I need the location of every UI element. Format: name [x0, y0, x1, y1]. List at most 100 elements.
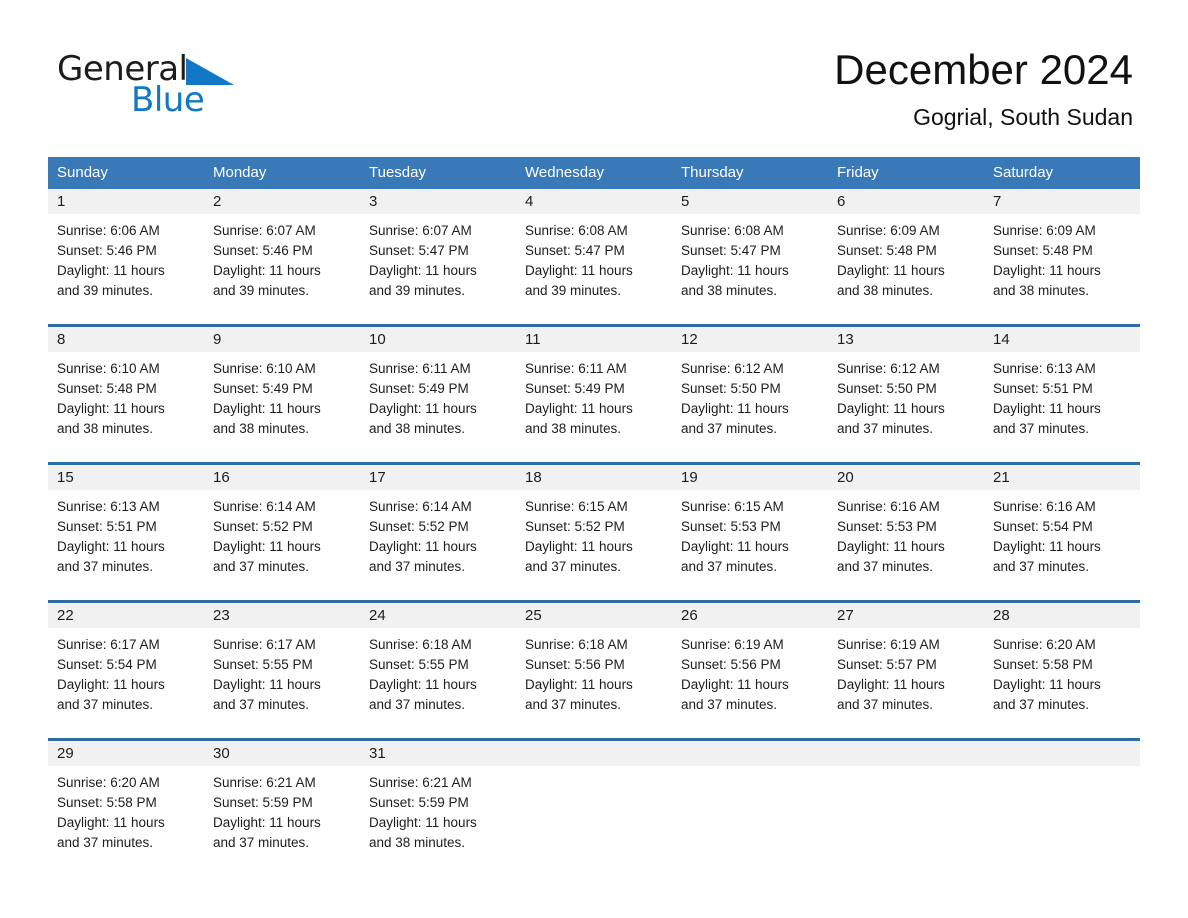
day-number-band: 1 2 3 4 5 6 7 [48, 189, 1140, 214]
day-number-empty [672, 741, 828, 766]
weekday-header-wednesday: Wednesday [525, 164, 604, 181]
day-detail: Sunrise: 6:07 AM Sunset: 5:47 PM Dayligh… [369, 223, 477, 298]
day-detail: Sunrise: 6:08 AM Sunset: 5:47 PM Dayligh… [681, 223, 789, 298]
day-detail-empty [828, 766, 984, 876]
day-detail: Sunrise: 6:16 AM Sunset: 5:54 PM Dayligh… [993, 499, 1101, 574]
day-number[interactable]: 16 [204, 465, 360, 490]
day-number[interactable]: 9 [204, 327, 360, 352]
day-detail: Sunrise: 6:19 AM Sunset: 5:56 PM Dayligh… [681, 637, 789, 712]
day-number[interactable]: 10 [360, 327, 516, 352]
weekday-header-monday: Monday [213, 164, 267, 181]
day-detail: Sunrise: 6:16 AM Sunset: 5:53 PM Dayligh… [837, 499, 945, 574]
day-number[interactable]: 30 [204, 741, 360, 766]
day-number[interactable]: 31 [360, 741, 516, 766]
day-detail-empty [984, 766, 1140, 876]
day-detail: Sunrise: 6:15 AM Sunset: 5:53 PM Dayligh… [681, 499, 789, 574]
day-number[interactable]: 28 [984, 603, 1140, 628]
day-number[interactable]: 14 [984, 327, 1140, 352]
day-number-band: 15 16 17 18 19 20 21 [48, 465, 1140, 490]
day-number[interactable]: 12 [672, 327, 828, 352]
day-detail: Sunrise: 6:08 AM Sunset: 5:47 PM Dayligh… [525, 223, 633, 298]
day-number[interactable]: 18 [516, 465, 672, 490]
day-number[interactable]: 26 [672, 603, 828, 628]
day-detail: Sunrise: 6:09 AM Sunset: 5:48 PM Dayligh… [993, 223, 1101, 298]
weekday-header-sunday: Sunday [57, 164, 108, 181]
calendar-week-row: 8 9 10 11 12 13 14 Sunrise: 6:10 AM Suns… [48, 324, 1140, 462]
general-blue-logo[interactable]: General Blue [57, 52, 237, 118]
day-number[interactable]: 25 [516, 603, 672, 628]
page-header: General Blue December 2024 Gogrial, Sout… [0, 0, 1188, 130]
day-number-band: 22 23 24 25 26 27 28 [48, 603, 1140, 628]
day-detail: Sunrise: 6:07 AM Sunset: 5:46 PM Dayligh… [213, 223, 321, 298]
day-number[interactable]: 19 [672, 465, 828, 490]
day-number[interactable]: 3 [360, 189, 516, 214]
day-detail: Sunrise: 6:19 AM Sunset: 5:57 PM Dayligh… [837, 637, 945, 712]
day-detail: Sunrise: 6:15 AM Sunset: 5:52 PM Dayligh… [525, 499, 633, 574]
weekday-header-friday: Friday [837, 164, 879, 181]
day-detail: Sunrise: 6:12 AM Sunset: 5:50 PM Dayligh… [681, 361, 789, 436]
day-number[interactable]: 5 [672, 189, 828, 214]
day-detail-empty [516, 766, 672, 876]
day-number[interactable]: 1 [48, 189, 204, 214]
day-detail: Sunrise: 6:14 AM Sunset: 5:52 PM Dayligh… [213, 499, 321, 574]
day-number[interactable]: 23 [204, 603, 360, 628]
day-detail: Sunrise: 6:14 AM Sunset: 5:52 PM Dayligh… [369, 499, 477, 574]
day-number[interactable]: 7 [984, 189, 1140, 214]
day-number[interactable]: 27 [828, 603, 984, 628]
day-number-empty [984, 741, 1140, 766]
weekday-header-thursday: Thursday [681, 164, 744, 181]
day-number[interactable]: 13 [828, 327, 984, 352]
day-detail: Sunrise: 6:20 AM Sunset: 5:58 PM Dayligh… [993, 637, 1101, 712]
day-detail-row: Sunrise: 6:17 AM Sunset: 5:54 PM Dayligh… [48, 628, 1140, 738]
weekday-header-saturday: Saturday [993, 164, 1054, 181]
title-block: December 2024 Gogrial, South Sudan [834, 46, 1133, 131]
day-detail: Sunrise: 6:20 AM Sunset: 5:58 PM Dayligh… [57, 775, 165, 850]
day-detail: Sunrise: 6:09 AM Sunset: 5:48 PM Dayligh… [837, 223, 945, 298]
day-detail-empty [672, 766, 828, 876]
calendar-week-row: 1 2 3 4 5 6 7 Sunrise: 6:06 AM Sunset: 5… [48, 189, 1140, 324]
day-number-band: 29 30 31 [48, 741, 1140, 766]
day-number-empty [828, 741, 984, 766]
day-detail: Sunrise: 6:12 AM Sunset: 5:50 PM Dayligh… [837, 361, 945, 436]
calendar-page: General Blue December 2024 Gogrial, Sout… [0, 0, 1188, 918]
day-number[interactable]: 2 [204, 189, 360, 214]
day-detail: Sunrise: 6:11 AM Sunset: 5:49 PM Dayligh… [369, 361, 477, 436]
day-detail: Sunrise: 6:13 AM Sunset: 5:51 PM Dayligh… [993, 361, 1101, 436]
weekday-header-tuesday: Tuesday [369, 164, 426, 181]
day-detail-row: Sunrise: 6:13 AM Sunset: 5:51 PM Dayligh… [48, 490, 1140, 600]
day-number-band: 8 9 10 11 12 13 14 [48, 327, 1140, 352]
day-detail: Sunrise: 6:17 AM Sunset: 5:55 PM Dayligh… [213, 637, 321, 712]
day-number[interactable]: 11 [516, 327, 672, 352]
day-detail: Sunrise: 6:18 AM Sunset: 5:56 PM Dayligh… [525, 637, 633, 712]
location-subtitle: Gogrial, South Sudan [913, 104, 1133, 131]
day-detail: Sunrise: 6:11 AM Sunset: 5:49 PM Dayligh… [525, 361, 633, 436]
day-number[interactable]: 4 [516, 189, 672, 214]
day-number[interactable]: 8 [48, 327, 204, 352]
calendar-week-row: 22 23 24 25 26 27 28 Sunrise: 6:17 AM Su… [48, 600, 1140, 738]
day-detail-row: Sunrise: 6:20 AM Sunset: 5:58 PM Dayligh… [48, 766, 1140, 876]
calendar-week-row: 15 16 17 18 19 20 21 Sunrise: 6:13 AM Su… [48, 462, 1140, 600]
day-detail: Sunrise: 6:06 AM Sunset: 5:46 PM Dayligh… [57, 223, 165, 298]
calendar-week-row: 29 30 31 Sunrise: 6:20 AM Sunset: 5:58 P… [48, 738, 1140, 876]
day-number[interactable]: 6 [828, 189, 984, 214]
day-number[interactable]: 24 [360, 603, 516, 628]
day-detail-row: Sunrise: 6:10 AM Sunset: 5:48 PM Dayligh… [48, 352, 1140, 462]
weekday-header-row: Sunday Monday Tuesday Wednesday Thursday… [48, 157, 1140, 189]
day-detail: Sunrise: 6:21 AM Sunset: 5:59 PM Dayligh… [213, 775, 321, 850]
day-number[interactable]: 22 [48, 603, 204, 628]
day-detail: Sunrise: 6:10 AM Sunset: 5:48 PM Dayligh… [57, 361, 165, 436]
day-number[interactable]: 21 [984, 465, 1140, 490]
calendar-grid: Sunday Monday Tuesday Wednesday Thursday… [48, 157, 1140, 876]
day-number[interactable]: 17 [360, 465, 516, 490]
day-detail: Sunrise: 6:10 AM Sunset: 5:49 PM Dayligh… [213, 361, 321, 436]
day-detail: Sunrise: 6:21 AM Sunset: 5:59 PM Dayligh… [369, 775, 477, 850]
day-detail: Sunrise: 6:18 AM Sunset: 5:55 PM Dayligh… [369, 637, 477, 712]
day-number[interactable]: 20 [828, 465, 984, 490]
day-detail-row: Sunrise: 6:06 AM Sunset: 5:46 PM Dayligh… [48, 214, 1140, 324]
day-number[interactable]: 29 [48, 741, 204, 766]
day-detail: Sunrise: 6:13 AM Sunset: 5:51 PM Dayligh… [57, 499, 165, 574]
day-detail: Sunrise: 6:17 AM Sunset: 5:54 PM Dayligh… [57, 637, 165, 712]
page-title: December 2024 [834, 46, 1133, 93]
day-number[interactable]: 15 [48, 465, 204, 490]
day-number-empty [516, 741, 672, 766]
